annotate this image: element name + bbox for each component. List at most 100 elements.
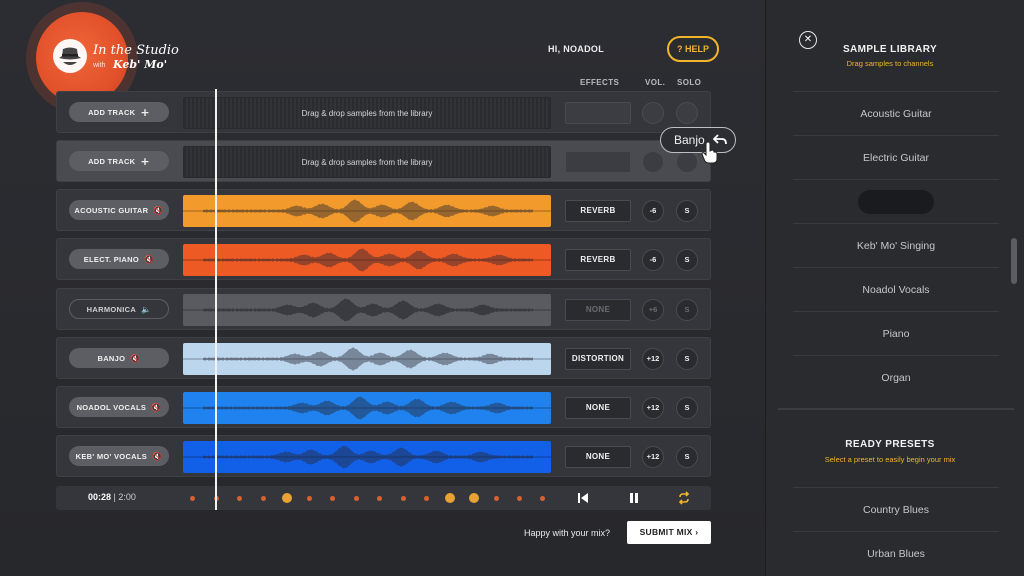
effect-button[interactable]	[565, 151, 631, 173]
waveform-lane[interactable]	[183, 195, 551, 227]
track-label: BANJO	[97, 353, 126, 363]
track-row: HARMONICA 🔈 NONE +6 S	[56, 288, 711, 330]
user-greeting: HI, NOADOL	[548, 44, 604, 54]
timeline-marker[interactable]	[401, 496, 406, 501]
mute-icon[interactable]: 🔇	[152, 452, 162, 461]
sample-item-keb-mo-singing[interactable]: Keb' Mo' Singing	[793, 223, 999, 267]
timeline-marker-active[interactable]	[282, 493, 292, 503]
solo-button[interactable]: S	[676, 397, 698, 419]
drag-tooltip: Banjo	[660, 127, 736, 153]
track-keb-mo-vocals-button[interactable]: KEB' MO' VOCALS 🔇	[69, 446, 169, 466]
timeline-marker[interactable]	[517, 496, 522, 501]
add-track-button[interactable]: ADD TRACK +	[69, 151, 169, 171]
effect-button[interactable]: REVERB	[565, 200, 631, 222]
sample-item-electric-guitar[interactable]: Electric Guitar	[793, 135, 999, 179]
submit-mix-button[interactable]: SUBMIT MIX ›	[627, 521, 711, 544]
time-display: 00:28 | 2:00	[88, 492, 136, 502]
track-noadol-vocals-button[interactable]: NOADOL VOCALS 🔇	[69, 397, 169, 417]
library-scrollbar[interactable]	[1011, 238, 1017, 284]
track-label: ADD TRACK	[88, 156, 136, 166]
solo-button[interactable]	[676, 102, 698, 124]
solo-column-header: SOLO	[677, 78, 702, 87]
track-banjo-button[interactable]: BANJO 🔇	[69, 348, 169, 368]
volume-knob[interactable]: +12	[642, 446, 664, 468]
playhead[interactable]	[215, 89, 217, 510]
waveform-lane[interactable]	[183, 441, 551, 473]
waveform	[183, 396, 551, 420]
drop-zone-hint: Drag & drop samples from the library	[301, 158, 433, 167]
waveform-lane[interactable]	[183, 343, 551, 375]
timeline-marker[interactable]	[261, 496, 266, 501]
timeline-marker[interactable]	[330, 496, 335, 501]
sample-item-organ[interactable]: Organ	[793, 355, 999, 399]
track-harmonica-button[interactable]: HARMONICA 🔈	[69, 299, 169, 319]
effect-button[interactable]: NONE	[565, 446, 631, 468]
timeline-marker-active[interactable]	[469, 493, 479, 503]
timeline-marker[interactable]	[540, 496, 545, 501]
timeline-marker[interactable]	[307, 496, 312, 501]
volume-knob[interactable]: -6	[642, 200, 664, 222]
drop-zone-hint: Drag & drop samples from the library	[301, 109, 433, 118]
solo-button[interactable]: S	[676, 249, 698, 271]
plus-icon[interactable]: +	[140, 156, 150, 167]
drop-zone[interactable]: Drag & drop samples from the library	[183, 97, 551, 129]
timeline-marker[interactable]	[237, 496, 242, 501]
transport-bar: 00:28 | 2:00	[56, 486, 711, 510]
presets-subtitle: Select a preset to easily begin your mix	[824, 455, 956, 464]
speaker-icon[interactable]: 🔈	[141, 305, 151, 314]
timeline-marker[interactable]	[354, 496, 359, 501]
timeline-marker[interactable]	[424, 496, 429, 501]
preset-item-urban-blues[interactable]: Urban Blues	[793, 531, 999, 575]
waveform-lane[interactable]	[183, 294, 551, 326]
timeline-marker[interactable]	[377, 496, 382, 501]
effect-button[interactable]: NONE	[565, 397, 631, 419]
timeline-marker[interactable]	[494, 496, 499, 501]
solo-button[interactable]: S	[676, 200, 698, 222]
waveform	[183, 347, 551, 371]
panel-divider	[778, 408, 1014, 410]
add-track-button[interactable]: ADD TRACK +	[69, 102, 169, 122]
mute-icon[interactable]: 🔇	[151, 403, 161, 412]
sample-item-noadol-vocals[interactable]: Noadol Vocals	[793, 267, 999, 311]
effect-button[interactable]	[565, 102, 631, 124]
sample-item-dragging[interactable]	[793, 179, 999, 223]
mute-icon[interactable]: 🔇	[144, 255, 154, 264]
drop-zone[interactable]: Drag & drop samples from the library	[183, 146, 551, 178]
hat-icon	[53, 39, 87, 73]
waveform-lane[interactable]	[183, 244, 551, 276]
solo-button[interactable]: S	[676, 446, 698, 468]
track-elect-piano-button[interactable]: ELECT. PIANO 🔇	[69, 249, 169, 269]
track-acoustic-guitar-button[interactable]: ACOUSTIC GUITAR 🔇	[69, 200, 169, 220]
plus-icon[interactable]: +	[140, 107, 150, 118]
volume-knob[interactable]: +6	[642, 299, 664, 321]
loop-icon[interactable]	[677, 491, 691, 505]
library-title: SAMPLE LIBRARY	[842, 44, 938, 55]
track-label: KEB' MO' VOCALS	[75, 451, 148, 461]
effect-button[interactable]: REVERB	[565, 249, 631, 271]
preset-item-country-blues[interactable]: Country Blues	[793, 487, 999, 531]
solo-button[interactable]: S	[676, 299, 698, 321]
effect-button[interactable]: NONE	[565, 299, 631, 321]
waveform	[183, 199, 551, 223]
effect-button[interactable]: DISTORTION	[565, 348, 631, 370]
solo-button[interactable]: S	[676, 348, 698, 370]
volume-knob[interactable]: -6	[642, 249, 664, 271]
volume-knob[interactable]	[642, 151, 664, 173]
sample-item-acoustic-guitar[interactable]: Acoustic Guitar	[793, 91, 999, 135]
pause-icon[interactable]	[627, 491, 641, 505]
solo-button[interactable]	[676, 151, 698, 173]
timeline-marker[interactable]	[190, 496, 195, 501]
track-row: KEB' MO' VOCALS 🔇 NONE +12 S	[56, 435, 711, 477]
timeline-marker-active[interactable]	[445, 493, 455, 503]
mute-icon[interactable]: 🔇	[130, 354, 140, 363]
mute-icon[interactable]: 🔇	[153, 206, 163, 215]
waveform-lane[interactable]	[183, 392, 551, 424]
volume-knob[interactable]	[642, 102, 664, 124]
volume-knob[interactable]: +12	[642, 397, 664, 419]
help-button[interactable]: ? HELP	[667, 36, 719, 62]
volume-knob[interactable]: +12	[642, 348, 664, 370]
skip-back-icon[interactable]	[576, 491, 590, 505]
track-label: HARMONICA	[86, 304, 137, 314]
sample-item-piano[interactable]: Piano	[793, 311, 999, 355]
submit-prompt: Happy with your mix?	[524, 528, 611, 538]
